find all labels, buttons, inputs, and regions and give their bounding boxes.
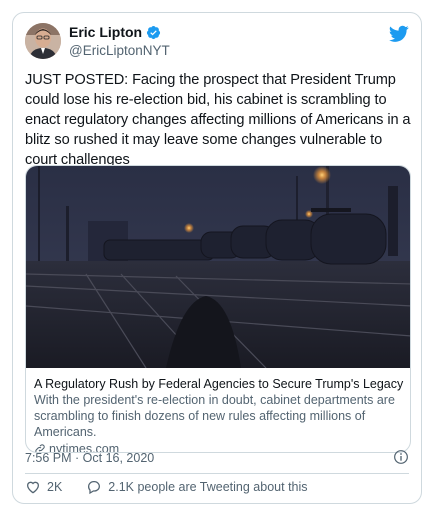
reply-bubble-icon: [88, 481, 101, 495]
divider: [25, 473, 409, 474]
link-card[interactable]: A Regulatory Rush by Federal Agencies to…: [25, 165, 411, 453]
avatar[interactable]: [25, 23, 61, 59]
twitter-bird-icon[interactable]: [389, 25, 409, 43]
heart-icon: [27, 481, 39, 494]
author-handle[interactable]: @EricLiptonNYT: [69, 43, 170, 58]
link-card-title[interactable]: A Regulatory Rush by Federal Agencies to…: [34, 376, 404, 392]
like-button[interactable]: 2K: [25, 479, 62, 495]
info-icon[interactable]: [393, 449, 409, 465]
article-photo: [26, 166, 410, 368]
action-bar: 2K 2.1K people are Tweeting about this: [25, 479, 308, 495]
reply-button[interactable]: 2.1K people are Tweeting about this: [86, 479, 308, 495]
verified-badge-icon: [147, 25, 161, 39]
tweet-text: JUST POSTED: Facing the prospect that Pr…: [25, 72, 411, 168]
like-count: 2K: [47, 480, 63, 494]
author-name[interactable]: Eric Lipton: [69, 24, 142, 40]
tweet-card: Eric Lipton @EricLiptonNYT JUST POSTED: …: [12, 12, 422, 504]
tweet-timestamp[interactable]: 7:56 PM · Oct 16, 2020: [25, 451, 154, 465]
link-card-description: With the president's re-election in doub…: [34, 393, 395, 439]
tweeting-about-this-text: 2.1K people are Tweeting about this: [108, 480, 308, 494]
author-name-row[interactable]: Eric Lipton: [69, 24, 161, 40]
